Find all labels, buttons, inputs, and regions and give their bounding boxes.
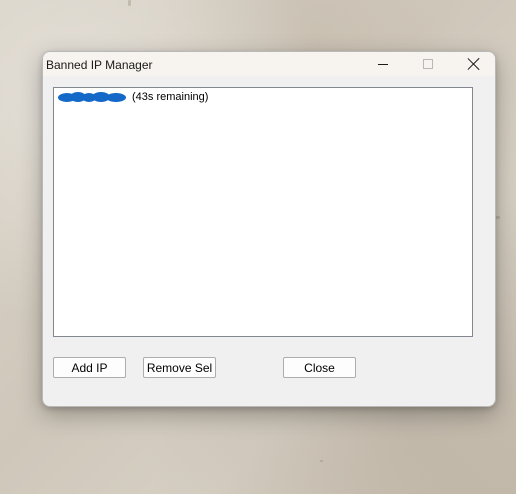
window-title: Banned IP Manager bbox=[46, 58, 153, 72]
minimize-button[interactable] bbox=[360, 52, 406, 76]
add-ip-button[interactable]: Add IP bbox=[53, 357, 126, 378]
remove-selected-button[interactable]: Remove Sel bbox=[143, 357, 216, 378]
close-window-button[interactable] bbox=[451, 52, 495, 76]
minimize-icon bbox=[378, 63, 388, 65]
desktop-texture bbox=[128, 0, 131, 6]
close-button[interactable]: Close bbox=[283, 357, 356, 378]
maximize-icon bbox=[423, 59, 433, 69]
ban-time-remaining: (43s remaining) bbox=[132, 91, 209, 103]
list-item[interactable]: (43s remaining) bbox=[58, 90, 208, 104]
close-icon bbox=[468, 58, 480, 70]
banned-ip-listbox[interactable]: (43s remaining) bbox=[53, 87, 473, 337]
redacted-ip-scribble bbox=[58, 91, 128, 103]
maximize-button[interactable] bbox=[405, 52, 451, 76]
title-bar[interactable]: Banned IP Manager bbox=[43, 52, 495, 76]
desktop-texture bbox=[496, 216, 500, 219]
desktop-texture bbox=[320, 460, 323, 462]
banned-ip-manager-window: Banned IP Manager (43s remaining) Add IP… bbox=[42, 51, 496, 407]
